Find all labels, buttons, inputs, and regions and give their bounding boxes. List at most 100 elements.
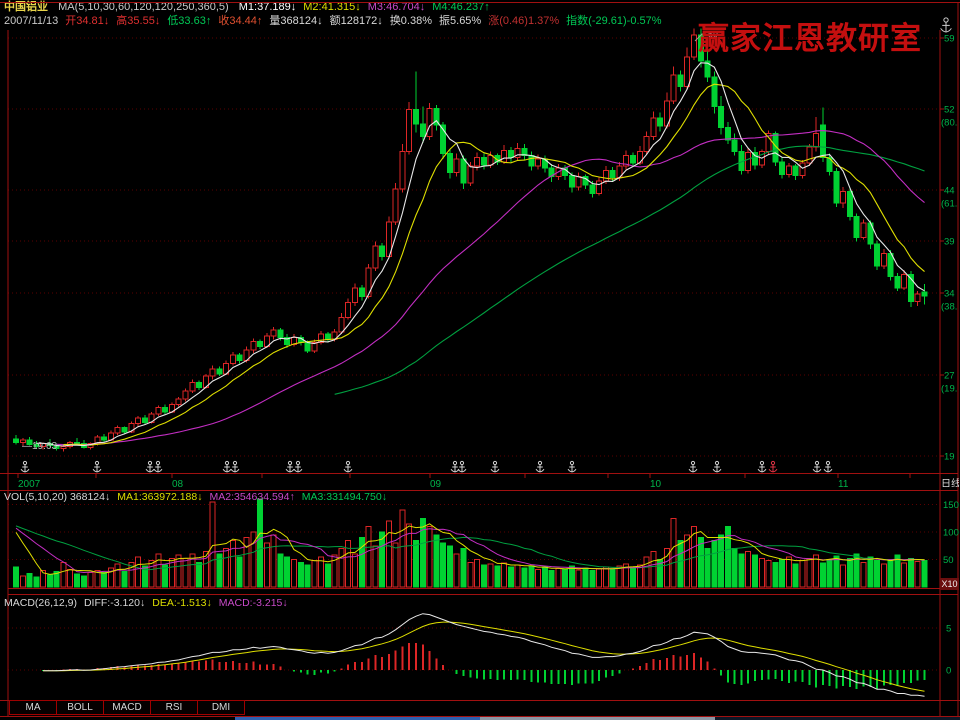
- volume-bar: [671, 518, 676, 587]
- anchor-event-icon[interactable]: [223, 461, 231, 472]
- period-label[interactable]: 日线: [941, 475, 959, 487]
- volume-bar: [359, 538, 364, 588]
- anchor-event-icon[interactable]: [458, 461, 466, 472]
- volume-bar: [264, 543, 269, 587]
- anchor-event-icon[interactable]: [93, 461, 101, 472]
- macd-bar: [842, 670, 844, 686]
- volume-bar: [176, 555, 181, 587]
- macd-bar: [483, 670, 485, 680]
- candle-body: [719, 106, 724, 127]
- anchor-event-icon[interactable]: [568, 461, 576, 472]
- tab-macd[interactable]: MACD: [103, 700, 151, 715]
- volume-bar: [475, 560, 480, 588]
- macd-header-label: MACD:-3.215↓: [219, 597, 288, 609]
- candle-body: [346, 303, 351, 318]
- macd-bar: [740, 670, 742, 685]
- volume-bar: [210, 502, 215, 587]
- macd-bar: [401, 646, 403, 670]
- tab-rsi[interactable]: RSI: [150, 700, 198, 715]
- anchor-ring: [570, 461, 573, 464]
- macd-bar: [347, 665, 349, 670]
- volume-bar: [583, 568, 588, 587]
- anchor-event-icon[interactable]: [286, 461, 294, 472]
- anchor-event-icon[interactable]: [491, 461, 499, 472]
- macd-bar: [185, 662, 187, 670]
- macd-bar: [334, 670, 336, 671]
- anchor-event-icon[interactable]: [769, 461, 777, 472]
- macd-bar: [442, 665, 444, 670]
- volume-bar: [522, 568, 527, 587]
- volume-header-label: MA3:331494.750↓: [302, 491, 387, 503]
- volume-bar: [400, 510, 405, 587]
- macd-bar: [239, 663, 241, 670]
- candle-body: [14, 439, 19, 442]
- volume-bar: [258, 499, 263, 587]
- anchor-event-icon[interactable]: [536, 461, 544, 472]
- macd-bar: [517, 670, 519, 679]
- anchor-event-icon[interactable]: [344, 461, 352, 472]
- anchor-event-icon[interactable]: [824, 461, 832, 472]
- macd-bar: [686, 655, 688, 670]
- candle-body: [271, 330, 276, 336]
- volume-bar: [339, 549, 344, 588]
- macd-bar: [415, 643, 417, 670]
- macd-bar: [327, 670, 329, 674]
- volume-bar: [325, 564, 330, 587]
- macd-bar: [883, 670, 885, 685]
- volume-bar: [285, 557, 290, 587]
- price-axis-label: 52: [944, 105, 955, 116]
- candle-body: [515, 148, 520, 157]
- event-marker-row: [21, 461, 832, 472]
- candle-body: [502, 150, 507, 162]
- anchor-event-icon[interactable]: [451, 461, 459, 472]
- candle-body: [217, 369, 222, 374]
- volume-bar: [237, 557, 242, 587]
- macd-bar: [232, 661, 234, 670]
- volume-bar: [712, 540, 717, 587]
- macd-bar: [307, 670, 309, 675]
- candle-body: [366, 268, 371, 296]
- volume-bar: [102, 573, 107, 587]
- candle-body: [590, 185, 595, 193]
- volume-bar: [278, 554, 283, 587]
- candle-body: [447, 154, 452, 173]
- candle-body: [414, 109, 419, 124]
- volume-bar: [393, 543, 398, 587]
- anchor-ring: [95, 461, 98, 464]
- macd-bar: [225, 662, 227, 670]
- anchor-event-icon[interactable]: [689, 461, 697, 472]
- anchor-event-icon[interactable]: [294, 461, 302, 472]
- volume-bar: [875, 561, 880, 587]
- anchor-event-icon[interactable]: [146, 461, 154, 472]
- anchor-event-icon[interactable]: [713, 461, 721, 472]
- macd-bar: [571, 670, 573, 685]
- candle-body: [197, 382, 202, 387]
- volume-bar: [753, 555, 758, 587]
- candle-body: [861, 223, 866, 238]
- candle-body: [529, 156, 534, 167]
- volume-bar: [468, 562, 473, 587]
- anchor-event-icon[interactable]: [231, 461, 239, 472]
- macd-bar: [218, 662, 220, 670]
- anchor-ring: [815, 461, 818, 464]
- anchor-event-icon[interactable]: [813, 461, 821, 472]
- tab-boll[interactable]: BOLL: [56, 700, 104, 715]
- macd-bar: [707, 661, 709, 670]
- anchor-event-icon[interactable]: [941, 18, 952, 32]
- candle-body: [305, 343, 310, 351]
- volume-bar: [427, 527, 432, 588]
- candle-body: [922, 292, 927, 296]
- volume-bar: [122, 572, 127, 587]
- anchor-event-icon[interactable]: [758, 461, 766, 472]
- tab-dmi[interactable]: DMI: [197, 700, 245, 715]
- macd-bar: [652, 659, 654, 670]
- volume-bar: [685, 535, 690, 587]
- volume-bar: [353, 554, 358, 587]
- macd-bar: [808, 670, 810, 685]
- anchor-event-icon[interactable]: [154, 461, 162, 472]
- macd-bar: [788, 670, 790, 683]
- anchor-ring: [453, 461, 456, 464]
- tab-ma[interactable]: MA: [9, 700, 57, 715]
- anchor-event-icon[interactable]: [21, 461, 29, 472]
- volume-bar: [610, 569, 615, 587]
